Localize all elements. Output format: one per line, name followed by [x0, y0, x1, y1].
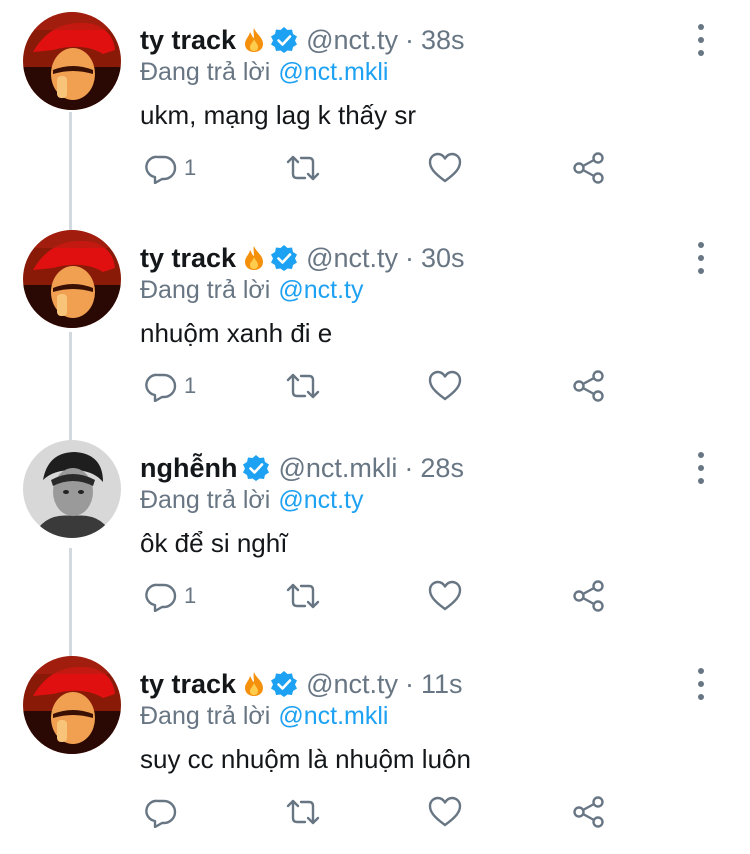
- heart-icon: [428, 796, 462, 827]
- avatar[interactable]: [23, 230, 121, 328]
- reply-mention-link[interactable]: @nct.ty: [278, 486, 363, 514]
- tweet-text: ukm, mạng lag k thấy sr: [140, 100, 416, 130]
- verified-badge-icon: [242, 454, 270, 482]
- timestamp[interactable]: 38s: [421, 25, 465, 56]
- share-icon: [573, 152, 604, 184]
- timestamp[interactable]: 28s: [420, 453, 464, 484]
- display-name[interactable]: ty track: [140, 669, 236, 700]
- tweet-text: suy cc nhuộm là nhuộm luôn: [140, 744, 471, 774]
- reply-button[interactable]: 1: [145, 148, 196, 188]
- reply-count: 1: [184, 583, 197, 608]
- share-icon: [573, 796, 604, 828]
- fire-emoji-icon: [243, 27, 265, 53]
- reply-prefix: Đang trả lời: [140, 486, 271, 514]
- avatar[interactable]: [23, 656, 121, 754]
- tweet[interactable]: ty track @nct.ty · 11s Đang trả lời @nct.…: [0, 644, 750, 854]
- action-bar: 1: [0, 366, 750, 406]
- reply-icon: [145, 583, 177, 612]
- tweet[interactable]: ty track @nct.ty · 38s Đang trả lời @nct.…: [0, 0, 750, 210]
- retweet-button[interactable]: [285, 792, 321, 832]
- retweet-icon: [286, 373, 320, 399]
- fire-emoji-icon: [243, 245, 265, 271]
- reply-mention-link[interactable]: @nct.mkli: [278, 58, 388, 86]
- retweet-button[interactable]: [285, 576, 321, 616]
- reply-context: Đang trả lời @nct.mkli: [140, 702, 388, 731]
- reply-context: Đang trả lời @nct.ty: [140, 276, 363, 305]
- verified-badge-icon: [270, 244, 298, 272]
- reply-prefix: Đang trả lời: [140, 58, 271, 86]
- display-name[interactable]: ty track: [140, 25, 236, 56]
- fire-emoji-icon: [243, 671, 265, 697]
- reply-button[interactable]: [145, 792, 184, 832]
- like-button[interactable]: [428, 366, 462, 406]
- tweet-text: ôk để si nghĩ: [140, 528, 288, 558]
- retweet-button[interactable]: [285, 366, 321, 406]
- action-bar: 1: [0, 576, 750, 616]
- verified-badge-icon: [270, 670, 298, 698]
- reply-count: 1: [184, 373, 197, 398]
- retweet-icon: [286, 799, 320, 825]
- share-button[interactable]: [572, 148, 606, 188]
- heart-icon: [428, 370, 462, 401]
- more-options-icon[interactable]: [696, 242, 706, 274]
- display-name[interactable]: nghễnh: [140, 453, 237, 484]
- verified-badge-icon: [270, 26, 298, 54]
- like-button[interactable]: [428, 148, 462, 188]
- reply-context: Đang trả lời @nct.mkli: [140, 58, 388, 87]
- share-button[interactable]: [572, 576, 606, 616]
- tweet[interactable]: ty track @nct.ty · 30s Đang trả lời @nct.…: [0, 218, 750, 428]
- handle[interactable]: @nct.mkli: [278, 453, 397, 484]
- separator-dot: ·: [405, 24, 414, 55]
- like-button[interactable]: [428, 792, 462, 832]
- separator-dot: ·: [405, 668, 414, 699]
- reply-mention-link[interactable]: @nct.ty: [278, 276, 363, 304]
- handle[interactable]: @nct.ty: [306, 243, 398, 274]
- reply-button[interactable]: 1: [145, 576, 196, 616]
- action-bar: 1: [0, 148, 750, 188]
- more-options-icon[interactable]: [696, 668, 706, 700]
- timestamp[interactable]: 30s: [421, 243, 465, 274]
- tweet-text: nhuộm xanh đi e: [140, 318, 333, 348]
- tweet[interactable]: nghễnh @nct.mkli · 28s Đang trả lời @nct.…: [0, 428, 750, 638]
- reply-prefix: Đang trả lời: [140, 702, 271, 730]
- retweet-icon: [286, 583, 320, 609]
- heart-icon: [428, 580, 462, 611]
- separator-dot: ·: [404, 452, 414, 483]
- share-button[interactable]: [572, 792, 606, 832]
- reply-context: Đang trả lời @nct.ty: [140, 486, 363, 515]
- display-name[interactable]: ty track: [140, 243, 236, 274]
- like-button[interactable]: [428, 576, 462, 616]
- share-button[interactable]: [572, 366, 606, 406]
- handle[interactable]: @nct.ty: [306, 669, 398, 700]
- reply-icon: [145, 373, 177, 402]
- share-icon: [573, 370, 604, 402]
- reply-button[interactable]: 1: [145, 366, 196, 406]
- handle[interactable]: @nct.ty: [306, 25, 398, 56]
- reply-count: 1: [184, 155, 197, 180]
- separator-dot: ·: [405, 242, 414, 273]
- retweet-button[interactable]: [285, 148, 321, 188]
- avatar[interactable]: [23, 440, 121, 538]
- more-options-icon[interactable]: [696, 24, 706, 56]
- more-options-icon[interactable]: [696, 452, 706, 484]
- reply-prefix: Đang trả lời: [140, 276, 271, 304]
- avatar[interactable]: [23, 12, 121, 110]
- action-bar: [0, 792, 750, 832]
- reply-icon: [145, 799, 177, 828]
- share-icon: [573, 580, 604, 612]
- reply-icon: [145, 155, 177, 184]
- heart-icon: [428, 152, 462, 183]
- retweet-icon: [286, 155, 320, 181]
- reply-mention-link[interactable]: @nct.mkli: [278, 702, 388, 730]
- timestamp[interactable]: 11s: [421, 669, 463, 700]
